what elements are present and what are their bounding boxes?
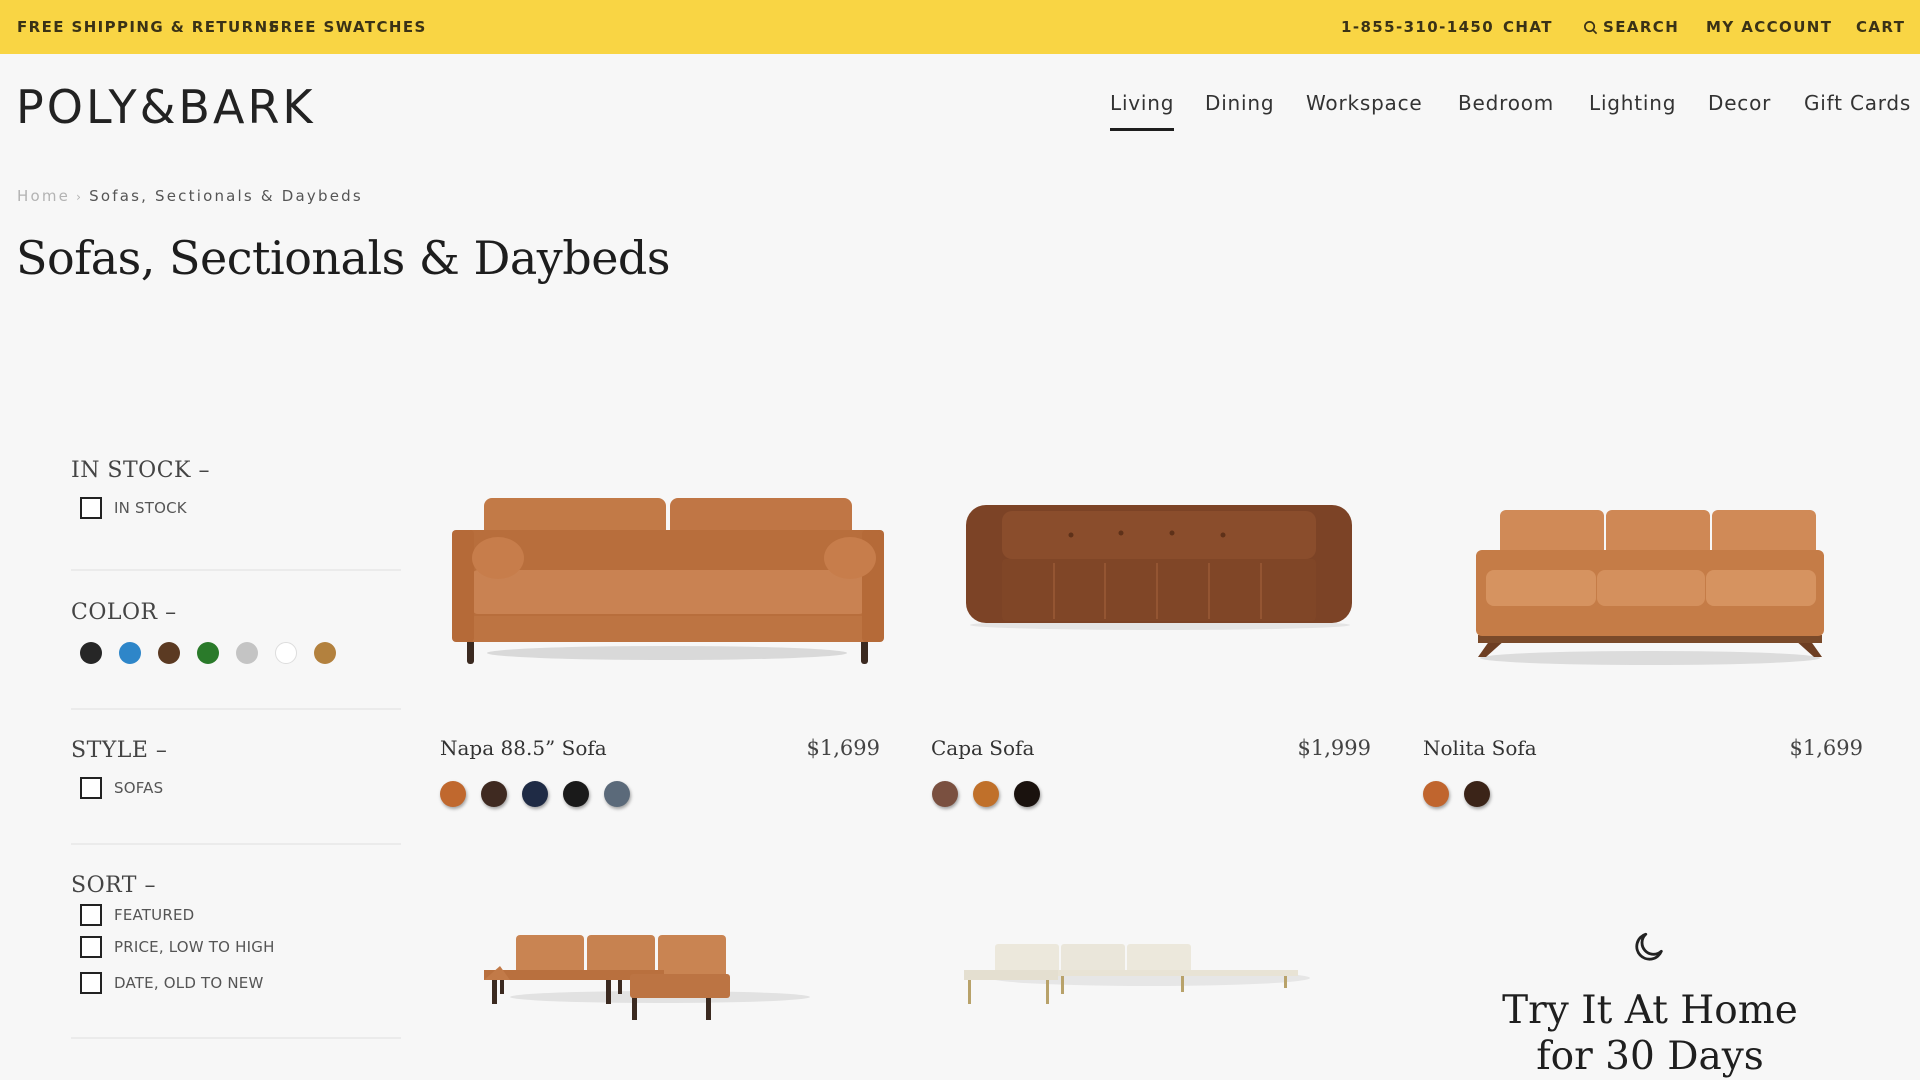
search-link[interactable]: SEARCH [1583, 18, 1679, 36]
filter-color-title[interactable]: COLOR – [71, 600, 401, 625]
color-swatch-brown[interactable] [158, 642, 180, 664]
sort-option-label: PRICE, LOW TO HIGH [114, 938, 275, 956]
sort-option-price-low-high[interactable]: PRICE, LOW TO HIGH [71, 936, 401, 958]
filter-option-sofas[interactable]: SOFAS [71, 777, 401, 799]
product-swatches [440, 781, 630, 807]
breadcrumb-current: Sofas, Sectionals & Daybeds [89, 187, 363, 205]
filter-sort: SORT – FEATURED PRICE, LOW TO HIGH DATE,… [71, 845, 401, 1039]
checkbox[interactable] [80, 936, 102, 958]
product-swatches [932, 781, 1040, 807]
nav-gift-cards[interactable]: Gift Cards [1804, 91, 1911, 115]
color-swatch-white[interactable] [275, 642, 297, 664]
main-navigation: Living Dining Workspace Bedroom Lighting… [0, 91, 1920, 131]
free-shipping-link[interactable]: FREE SHIPPING & RETURNS [17, 18, 281, 36]
product-image-leather-sectional[interactable] [470, 930, 870, 1030]
checkbox[interactable] [80, 972, 102, 994]
product-image-nolita-sofa[interactable] [1450, 500, 1850, 670]
product-swatch[interactable] [604, 781, 630, 807]
product-name[interactable]: Nolita Sofa [1423, 736, 1537, 760]
checkbox[interactable] [80, 904, 102, 926]
filter-style: STYLE – SOFAS [71, 710, 401, 845]
product-image-napa-sofa[interactable] [440, 470, 895, 670]
try-at-home-promo: Try It At Home for 30 Days [1440, 930, 1860, 1080]
product-image-capa-sofa[interactable] [960, 495, 1360, 635]
color-swatch-green[interactable] [197, 642, 219, 664]
cart-link[interactable]: CART [1856, 18, 1905, 36]
product-swatch[interactable] [932, 781, 958, 807]
product-swatch[interactable] [481, 781, 507, 807]
filter-in-stock-title[interactable]: IN STOCK – [71, 458, 401, 483]
nav-workspace[interactable]: Workspace [1306, 91, 1423, 115]
color-swatch-tan[interactable] [314, 642, 336, 664]
breadcrumb-separator: › [76, 190, 84, 204]
product-swatch[interactable] [563, 781, 589, 807]
product-price: $1,699 [806, 736, 880, 760]
product-swatch[interactable] [440, 781, 466, 807]
nav-decor[interactable]: Decor [1708, 91, 1771, 115]
checkbox[interactable] [80, 777, 102, 799]
filter-color: COLOR – [71, 571, 401, 710]
phone-link[interactable]: 1-855-310-1450 [1341, 18, 1494, 36]
color-swatch-blue[interactable] [119, 642, 141, 664]
nav-living[interactable]: Living [1110, 91, 1175, 131]
color-swatch-black[interactable] [80, 642, 102, 664]
breadcrumb: Home › Sofas, Sectionals & Daybeds [17, 187, 363, 205]
search-label: SEARCH [1603, 18, 1680, 36]
color-swatch-grey[interactable] [236, 642, 258, 664]
product-swatch[interactable] [1014, 781, 1040, 807]
search-icon [1584, 20, 1598, 34]
chat-link[interactable]: CHAT [1503, 18, 1553, 36]
product-price: $1,699 [1789, 736, 1863, 760]
product-price: $1,999 [1297, 736, 1371, 760]
filter-option-label: SOFAS [114, 779, 164, 797]
my-account-link[interactable]: MY ACCOUNT [1706, 18, 1832, 36]
sort-option-label: FEATURED [114, 906, 195, 924]
checkbox[interactable] [80, 497, 102, 519]
filter-style-title[interactable]: STYLE – [71, 738, 401, 763]
product-name[interactable]: Capa Sofa [931, 736, 1034, 760]
page-title: Sofas, Sectionals & Daybeds [16, 231, 670, 285]
filter-in-stock: IN STOCK – IN STOCK [71, 458, 401, 571]
product-swatch[interactable] [522, 781, 548, 807]
filter-sort-title[interactable]: SORT – [71, 873, 401, 898]
filters-sidebar: IN STOCK – IN STOCK COLOR – STYLE – SOFA… [71, 458, 401, 1039]
nav-dining[interactable]: Dining [1205, 91, 1274, 115]
filter-option-label: IN STOCK [114, 499, 187, 517]
filter-option-in-stock[interactable]: IN STOCK [71, 497, 401, 519]
nav-lighting[interactable]: Lighting [1589, 91, 1676, 115]
sort-option-date-old-new[interactable]: DATE, OLD TO NEW [71, 972, 401, 994]
nav-bedroom[interactable]: Bedroom [1458, 91, 1554, 115]
breadcrumb-home[interactable]: Home [17, 187, 70, 205]
promo-heading: Try It At Home for 30 Days [1440, 988, 1860, 1080]
top-utility-bar: FREE SHIPPING & RETURNS FREE SWATCHES 1-… [0, 0, 1920, 54]
color-swatches [80, 642, 401, 664]
product-image-white-sectional[interactable] [960, 940, 1340, 1020]
free-swatches-link[interactable]: FREE SWATCHES [269, 18, 427, 36]
sort-option-label: DATE, OLD TO NEW [114, 974, 264, 992]
product-swatch[interactable] [1464, 781, 1490, 807]
promo-line-1: Try It At Home [1502, 988, 1798, 1033]
product-name[interactable]: Napa 88.5” Sofa [440, 736, 607, 760]
product-swatch[interactable] [973, 781, 999, 807]
promo-line-2: for 30 Days [1536, 1034, 1764, 1079]
moon-icon [1635, 932, 1663, 961]
product-swatch[interactable] [1423, 781, 1449, 807]
sort-option-featured[interactable]: FEATURED [71, 904, 401, 926]
product-swatches [1423, 781, 1490, 807]
